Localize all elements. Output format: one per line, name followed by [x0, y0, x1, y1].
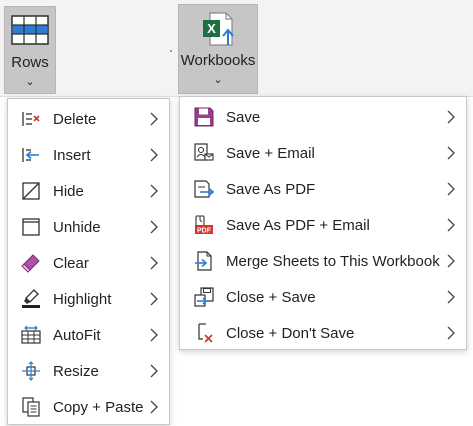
chevron-right-icon — [150, 184, 158, 198]
insert-row-icon — [22, 148, 39, 162]
save-email-icon — [194, 143, 214, 161]
svg-text:PDF: PDF — [197, 228, 212, 235]
menu-item-label: Copy + Paste — [53, 398, 144, 416]
chevron-right-icon — [447, 146, 455, 160]
chevron-down-icon: ⌄ — [213, 74, 223, 86]
highlighter-icon — [22, 289, 40, 308]
menu-item-autofit[interactable]: AutoFit — [8, 317, 169, 353]
resize-icon — [22, 361, 40, 381]
rows-grid-icon — [11, 15, 49, 45]
chevron-right-icon — [150, 220, 158, 234]
menu-item-hide[interactable]: Hide — [8, 173, 169, 209]
menu-item-label: Unhide — [53, 218, 101, 236]
menu-item-label: Save As PDF — [226, 180, 316, 198]
chevron-right-icon — [447, 326, 455, 340]
menu-item-save-as-pdf[interactable]: Save As PDF — [180, 171, 466, 207]
rows-menu: Delete Insert Hide Unhide Clear Highligh… — [7, 98, 170, 425]
menu-item-label: Clear — [53, 254, 89, 272]
pdf-email-icon: PDF — [195, 215, 213, 235]
menu-item-label: Close + Don't Save — [226, 324, 355, 342]
excel-workbook-icon: X — [203, 12, 234, 46]
eraser-icon — [21, 254, 40, 273]
chevron-right-icon — [150, 328, 158, 342]
workbooks-button-label: Workbooks — [180, 52, 256, 69]
copy-paste-icon — [22, 397, 40, 417]
chevron-right-icon — [447, 110, 455, 124]
autofit-icon — [21, 325, 41, 344]
chevron-down-icon: ⌄ — [25, 76, 35, 88]
chevron-right-icon — [150, 112, 158, 126]
save-pdf-icon — [194, 180, 214, 198]
menu-item-resize[interactable]: Resize — [8, 353, 169, 389]
menu-item-highlight[interactable]: Highlight — [8, 281, 169, 317]
menu-item-insert[interactable]: Insert — [8, 137, 169, 173]
chevron-right-icon — [150, 400, 158, 414]
delete-row-icon — [22, 112, 40, 126]
save-icon — [194, 107, 214, 127]
chevron-right-icon — [447, 254, 455, 268]
merge-sheets-icon — [195, 251, 212, 271]
menu-item-label: Save + Email — [226, 144, 315, 162]
menu-item-save[interactable]: Save — [180, 99, 466, 135]
menu-item-delete[interactable]: Delete — [8, 101, 169, 137]
chevron-right-icon — [447, 218, 455, 232]
menu-item-save-as-pdf-email[interactable]: PDF Save As PDF + Email — [180, 207, 466, 243]
menu-item-save-email[interactable]: Save + Email — [180, 135, 466, 171]
chevron-right-icon — [447, 290, 455, 304]
workbooks-button[interactable]: X Workbooks ⌄ — [178, 4, 258, 94]
unhide-icon — [22, 218, 40, 236]
menu-item-label: Delete — [53, 110, 97, 128]
close-save-icon — [194, 287, 214, 307]
chevron-right-icon — [150, 256, 158, 270]
menu-item-label: Merge Sheets to This Workbook — [226, 252, 440, 270]
ribbon-separator — [170, 50, 172, 52]
menu-item-close-save[interactable]: Close + Save — [180, 279, 466, 315]
ribbon: Rows ⌄ X Workbooks ⌄ — [0, 0, 473, 97]
menu-item-label: Resize — [53, 362, 99, 380]
menu-item-merge-sheets[interactable]: Merge Sheets to This Workbook — [180, 243, 466, 279]
menu-item-label: Hide — [53, 182, 84, 200]
menu-item-close-dont-save[interactable]: Close + Don't Save — [180, 315, 466, 351]
menu-item-label: Save As PDF + Email — [226, 216, 370, 234]
workbooks-menu: Save Save + Email Save As PDF PDF Save A… — [179, 96, 467, 350]
close-no-save-icon — [198, 323, 213, 343]
menu-item-label: Insert — [53, 146, 91, 164]
menu-item-label: Save — [226, 108, 261, 126]
menu-item-unhide[interactable]: Unhide — [8, 209, 169, 245]
chevron-right-icon — [447, 182, 455, 196]
menu-item-label: AutoFit — [53, 326, 101, 344]
rows-button-label: Rows — [11, 54, 49, 71]
menu-item-label: Close + Save — [226, 288, 316, 306]
svg-text:X: X — [207, 21, 216, 36]
rows-button[interactable]: Rows ⌄ — [4, 6, 56, 94]
menu-item-clear[interactable]: Clear — [8, 245, 169, 281]
menu-item-copy-paste[interactable]: Copy + Paste — [8, 389, 169, 425]
chevron-right-icon — [150, 292, 158, 306]
chevron-right-icon — [150, 364, 158, 378]
hide-icon — [22, 182, 40, 200]
menu-item-label: Highlight — [53, 290, 112, 308]
chevron-right-icon — [150, 148, 158, 162]
